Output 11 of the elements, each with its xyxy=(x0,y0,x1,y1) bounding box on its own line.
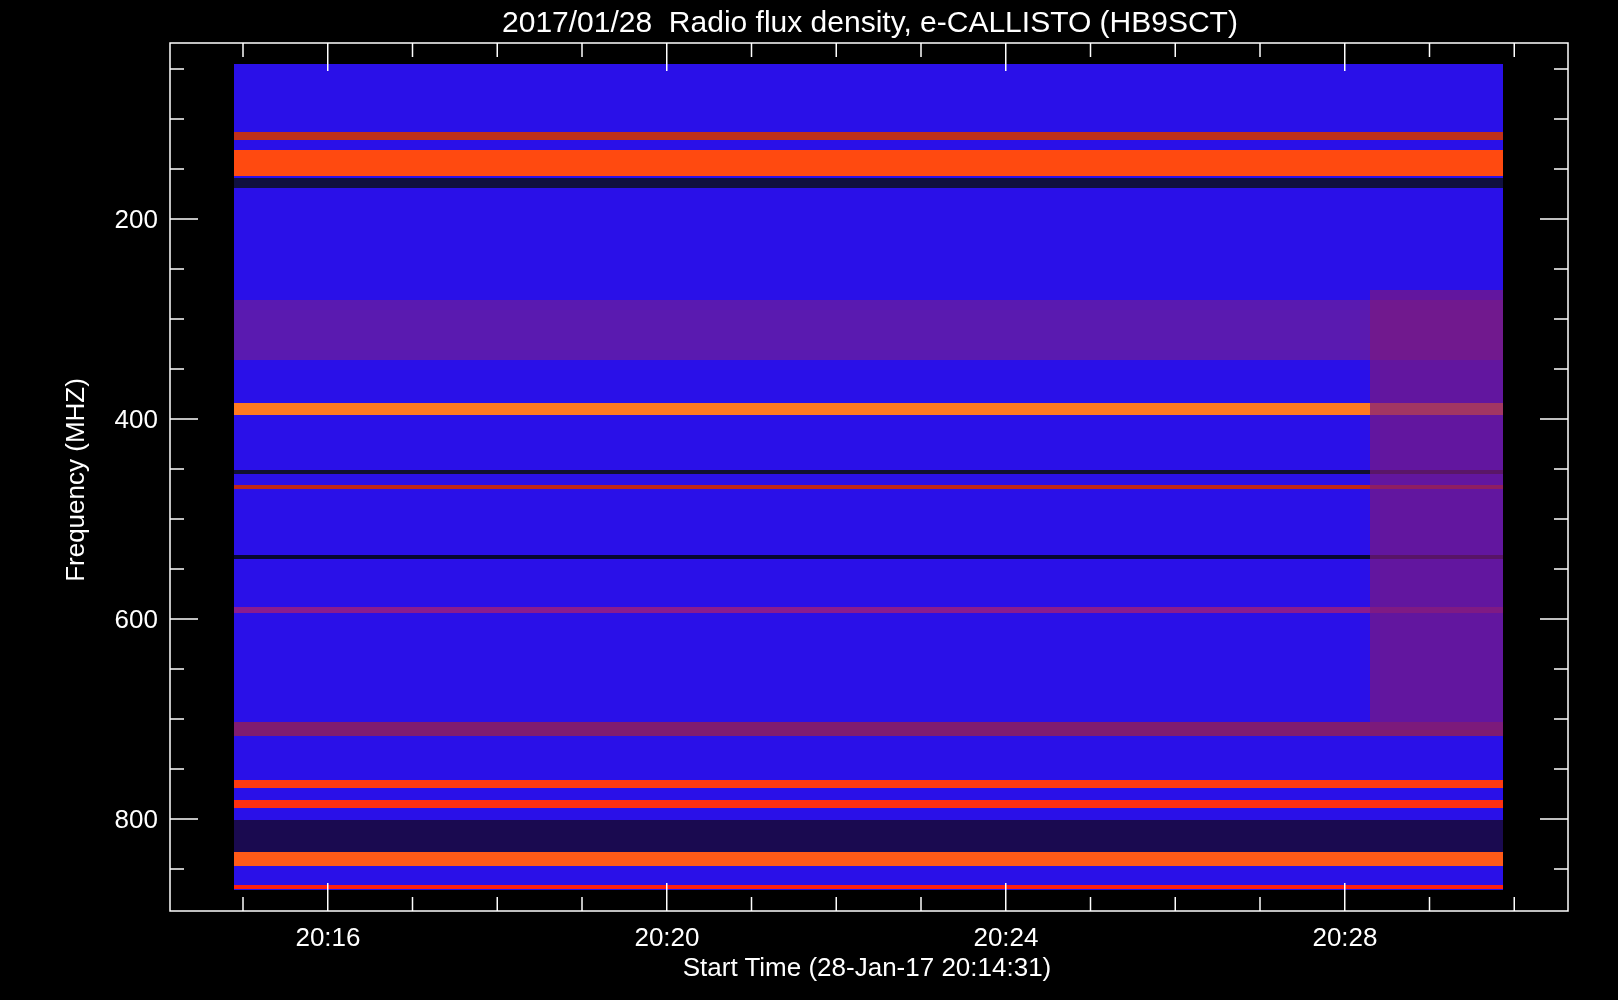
y-tick-label: 800 xyxy=(114,804,158,834)
y-axis-label: Frequency (MHZ) xyxy=(60,378,90,582)
y-tick-label: 200 xyxy=(114,204,158,234)
y-tick-label: 600 xyxy=(114,604,158,634)
x-axis-label: Start Time (28-Jan-17 20:14:31) xyxy=(682,952,1052,982)
x-tick-label: 20:28 xyxy=(1312,922,1378,952)
y-tick-label: 400 xyxy=(114,404,158,434)
x-tick-label: 20:20 xyxy=(634,922,700,952)
x-tick-label: 20:24 xyxy=(973,922,1039,952)
x-tick-label: 20:16 xyxy=(295,922,361,952)
chart-title: 2017/01/28 Radio flux density, e-CALLISTO (HB9SCT) xyxy=(502,5,1238,38)
